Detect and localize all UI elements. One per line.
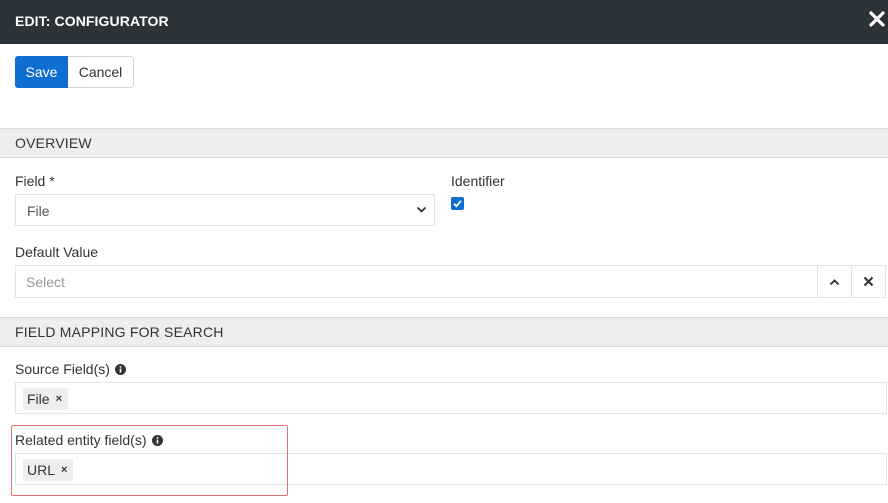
clear-button[interactable] (851, 265, 886, 298)
info-icon[interactable] (114, 363, 126, 375)
field-mapping-section-header: FIELD MAPPING FOR SEARCH (0, 317, 888, 347)
chevron-up-icon (829, 278, 840, 285)
title-bar: EDIT: CONFIGURATOR (0, 0, 888, 44)
field-select-value: File (27, 203, 50, 219)
source-field-tag: File × (23, 388, 68, 410)
check-icon (453, 200, 462, 208)
action-buttons: Save Cancel (15, 56, 134, 89)
overview-section-title: OVERVIEW (15, 135, 92, 151)
source-fields-label: Source Field(s) (15, 361, 126, 377)
clear-icon (863, 276, 874, 287)
field-mapping-section-title: FIELD MAPPING FOR SEARCH (15, 324, 224, 340)
field-label: Field * (15, 173, 55, 189)
overview-section-header: OVERVIEW (0, 128, 888, 158)
cancel-button[interactable]: Cancel (68, 56, 134, 88)
related-entity-fields-label: Related entity field(s) (15, 432, 163, 448)
close-icon[interactable] (868, 10, 886, 28)
source-field-tag-label: File (27, 391, 50, 407)
identifier-checkbox[interactable] (451, 197, 464, 210)
field-select[interactable]: File (15, 194, 435, 226)
remove-tag-icon[interactable]: × (56, 393, 62, 405)
default-value-placeholder: Select (26, 274, 65, 290)
remove-tag-icon[interactable]: × (61, 464, 67, 476)
dialog-title: EDIT: CONFIGURATOR (15, 13, 169, 29)
info-icon[interactable] (151, 434, 163, 446)
related-entity-field-tag-label: URL (27, 462, 56, 478)
source-fields-input[interactable]: File × (15, 382, 887, 414)
related-entity-field-tag: URL × (23, 459, 74, 481)
chevron-down-icon (416, 206, 427, 213)
related-entity-fields-input[interactable]: URL × (15, 453, 887, 485)
save-button[interactable]: Save (15, 56, 68, 88)
source-fields-label-text: Source Field(s) (15, 361, 110, 377)
default-value-label: Default Value (15, 244, 99, 260)
identifier-label: Identifier (451, 173, 505, 189)
related-entity-fields-label-text: Related entity field(s) (15, 432, 147, 448)
default-value-input[interactable]: Select (15, 265, 818, 298)
chevron-up-button[interactable] (817, 265, 852, 298)
